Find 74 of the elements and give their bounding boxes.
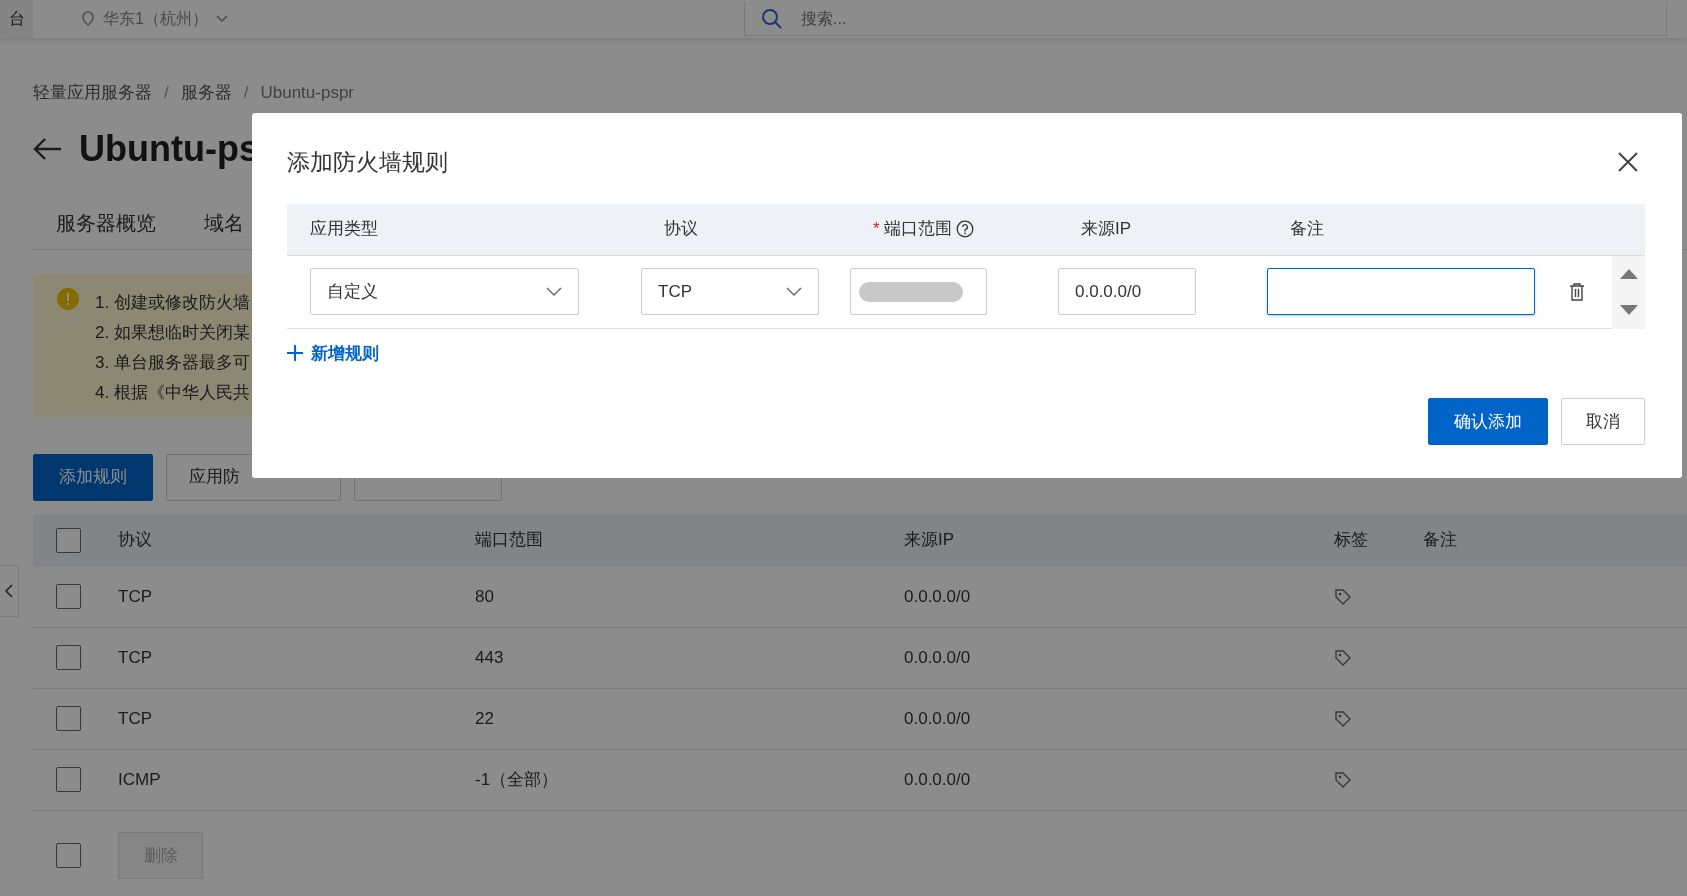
column-header: 应用类型 xyxy=(310,218,378,241)
collapse-handle[interactable] xyxy=(0,565,19,617)
column-header: 协议 xyxy=(118,530,152,550)
table-cell: 0.0.0.0/0 xyxy=(904,769,971,789)
notice-text: 2. 如果想临时关闭某 xyxy=(95,321,250,344)
protocol-select[interactable]: TCP xyxy=(641,268,819,315)
table-cell: 0.0.0.0/0 xyxy=(904,586,971,606)
tag-icon[interactable] xyxy=(1334,710,1352,729)
chevron-down-icon xyxy=(546,287,562,296)
table-cell: 80 xyxy=(475,586,494,606)
checkbox[interactable] xyxy=(56,767,81,792)
notice-text: 4. 根据《中华人民共 xyxy=(95,381,250,404)
warning-icon xyxy=(57,287,79,310)
search-field[interactable]: 搜索... xyxy=(744,2,1667,36)
tab[interactable]: 服务器概览 xyxy=(33,207,156,249)
notice-text: 1. 创建或修改防火墙 xyxy=(95,291,250,314)
column-header: 端口范围 xyxy=(883,218,952,241)
page-title: Ubuntu-ps xyxy=(79,126,259,171)
table-cell: TCP xyxy=(118,708,152,728)
chevron-down-icon xyxy=(786,287,802,296)
table-cell: -1（全部） xyxy=(475,769,559,789)
note-field[interactable] xyxy=(1267,268,1535,315)
toolbar-button[interactable]: 添加规则 xyxy=(33,453,153,501)
chevron-left-icon xyxy=(5,584,13,598)
checkbox[interactable] xyxy=(56,843,81,868)
source-ip-field[interactable]: 0.0.0.0/0 xyxy=(1058,268,1196,315)
cancel-button[interactable]: 取消 xyxy=(1561,398,1645,446)
search-input[interactable]: 搜索... xyxy=(799,5,1650,32)
search-icon xyxy=(761,7,783,30)
checkbox[interactable] xyxy=(56,706,81,731)
scroll-up-icon[interactable] xyxy=(1618,267,1639,280)
breadcrumb-link[interactable]: Ubuntu-pspr xyxy=(260,80,355,106)
app-type-select[interactable]: 自定义 xyxy=(310,268,579,315)
breadcrumb-separator: / xyxy=(243,82,249,104)
notice-text: 3. 单台服务器最多可 xyxy=(95,351,250,374)
checkbox[interactable] xyxy=(56,584,81,609)
table-cell: 0.0.0.0/0 xyxy=(904,647,971,667)
breadcrumb-link[interactable]: 轻量应用服务器 xyxy=(33,80,152,106)
table-cell: 443 xyxy=(475,647,504,667)
column-header: 标签 xyxy=(1334,530,1368,550)
menu-label[interactable]: 台 xyxy=(0,0,33,38)
required-mark: * xyxy=(873,218,880,241)
breadcrumb-separator: / xyxy=(164,82,169,104)
column-header: 来源IP xyxy=(1081,218,1132,241)
scroll-down-icon[interactable] xyxy=(1618,304,1639,317)
table-cell: ICMP xyxy=(118,769,161,789)
help-icon[interactable] xyxy=(955,220,974,238)
trash-icon[interactable] xyxy=(1569,282,1585,301)
table-cell: 22 xyxy=(475,708,494,728)
table-cell: TCP xyxy=(118,586,152,606)
column-header: 备注 xyxy=(1423,530,1457,550)
confirm-button[interactable]: 确认添加 xyxy=(1428,398,1548,446)
location-icon xyxy=(81,11,95,27)
add-rule-link[interactable]: 新增规则 xyxy=(287,340,379,366)
dialog-title: 添加防火墙规则 xyxy=(287,148,448,177)
table-cell: TCP xyxy=(118,647,152,667)
close-icon[interactable] xyxy=(1617,151,1639,174)
column-header: 端口范围 xyxy=(475,530,543,550)
tag-icon[interactable] xyxy=(1334,649,1352,668)
checkbox[interactable] xyxy=(56,527,81,553)
column-header: 来源IP xyxy=(904,530,955,550)
tag-icon[interactable] xyxy=(1334,588,1352,607)
breadcrumb-link[interactable]: 服务器 xyxy=(180,80,232,106)
plus-icon xyxy=(287,345,303,362)
table-cell: 0.0.0.0/0 xyxy=(904,708,971,728)
back-arrow-icon[interactable] xyxy=(33,136,63,161)
tab[interactable]: 域名 xyxy=(181,207,244,249)
column-header: 协议 xyxy=(664,218,698,241)
port-field[interactable] xyxy=(850,268,987,315)
caret-icon xyxy=(215,15,228,23)
checkbox[interactable] xyxy=(56,645,81,670)
tag-icon[interactable] xyxy=(1334,771,1352,790)
region-selector[interactable]: 华东1（杭州） xyxy=(81,7,228,31)
column-header: 备注 xyxy=(1290,218,1324,241)
